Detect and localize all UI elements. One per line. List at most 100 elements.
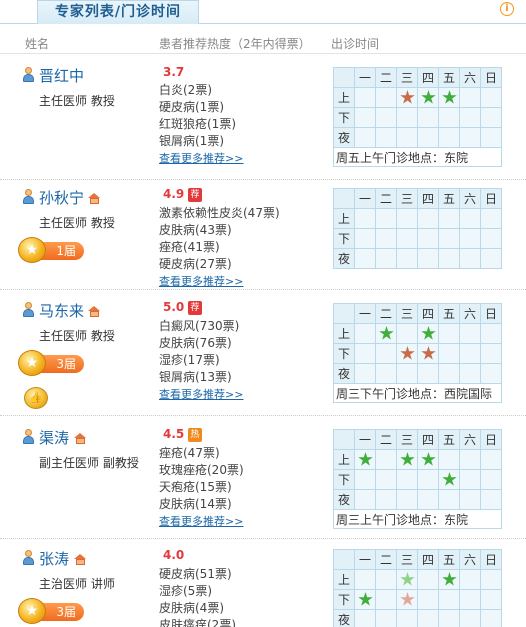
schedule-star-icon[interactable] [400, 90, 415, 104]
schedule-cell [459, 127, 481, 148]
schedule-cell [354, 127, 376, 148]
slot-label: 夜 [333, 363, 355, 384]
weekday-header: 五 [438, 67, 460, 88]
disease-vote[interactable]: 天疱疮(15票) [159, 478, 232, 495]
weekday-header: 六 [459, 303, 481, 324]
schedule-star-icon[interactable] [379, 326, 394, 340]
schedule-row: 周三上午门诊地点：东院 [333, 509, 502, 529]
weekday-header: 二 [375, 67, 397, 88]
disease-vote[interactable]: 硬皮病(51票) [159, 565, 232, 582]
disease-vote[interactable]: 皮肤瘙痒(2票) [159, 616, 236, 627]
schedule-row: 上 [333, 323, 502, 344]
thumbs-up-coin-icon: 👍 [24, 387, 48, 409]
score: 5.0 [163, 300, 185, 314]
more-recommend-link[interactable]: 查看更多推荐>> [159, 513, 243, 529]
weekday-header: 日 [480, 67, 502, 88]
disease-vote[interactable]: 皮肤病(14票) [159, 495, 232, 512]
recommend-tag: 荐 [188, 188, 202, 202]
schedule-star-icon[interactable] [421, 90, 436, 104]
schedule-cell [459, 363, 481, 384]
schedule-star-icon[interactable] [400, 452, 415, 466]
schedule-star-icon[interactable] [421, 326, 436, 340]
schedule-star-icon[interactable] [442, 472, 457, 486]
schedule-star-icon[interactable] [358, 592, 373, 606]
schedule-cell [417, 107, 439, 128]
schedule-row: 夜 [333, 363, 502, 384]
weekday-header: 四 [417, 67, 439, 88]
schedule-star-icon[interactable] [421, 452, 436, 466]
schedule-row: 夜 [333, 248, 502, 269]
schedule-cell [480, 208, 502, 229]
award-badge: 3届 ★ [18, 598, 88, 624]
schedule-row: 上 [333, 449, 502, 470]
schedule-cell [396, 363, 418, 384]
disease-vote[interactable]: 激素依赖性皮炎(47票) [159, 204, 280, 221]
slot-label: 下 [333, 469, 355, 490]
schedule-star-icon[interactable] [400, 346, 415, 360]
disease-vote[interactable]: 玫瑰痤疮(20票) [159, 461, 244, 478]
disease-vote[interactable]: 银屑病(1票) [159, 132, 224, 149]
doctor-name[interactable]: 孙秋宁 [39, 187, 84, 208]
weekday-header: 六 [459, 188, 481, 209]
disease-vote[interactable]: 银屑病(13票) [159, 368, 232, 385]
schedule-cell [375, 449, 397, 470]
doctor-name[interactable]: 晋红中 [39, 65, 84, 86]
disease-vote[interactable]: 皮肤病(76票) [159, 334, 232, 351]
schedule-table: 一二三四五六日 上 下 夜 周五上午门诊地点：东院 [333, 67, 502, 167]
schedule-cell [375, 248, 397, 269]
disease-vote[interactable]: 湿疹(5票) [159, 582, 212, 599]
schedule-cell [354, 107, 376, 128]
schedule-star-icon[interactable] [421, 346, 436, 360]
schedule-cell [375, 343, 397, 364]
star-medal-icon: ★ [18, 598, 46, 624]
disease-vote[interactable]: 白炎(2票) [159, 81, 212, 98]
info-icon[interactable]: i [500, 2, 514, 16]
schedule-cell [417, 248, 439, 269]
schedule-star-icon[interactable] [442, 90, 457, 104]
schedule-row: 周三下午门诊地点：西院国际 [333, 383, 502, 403]
doctor-name[interactable]: 张涛 [39, 548, 69, 569]
schedule-row: 上 [333, 87, 502, 108]
clinic-location: 周三下午门诊地点：西院国际 [333, 383, 502, 403]
more-recommend-link[interactable]: 查看更多推荐>> [159, 386, 243, 402]
schedule-star-icon[interactable] [442, 572, 457, 586]
schedule-cell [459, 208, 481, 229]
disease-vote[interactable]: 痤疮(41票) [159, 238, 220, 255]
tab-expert-list[interactable]: 专家列表/门诊时间 [37, 0, 199, 24]
schedule-cell [396, 87, 418, 108]
weekday-header: 日 [480, 429, 502, 450]
disease-vote[interactable]: 红斑狼疮(1票) [159, 115, 236, 132]
more-recommend-link[interactable]: 查看更多推荐>> [159, 273, 243, 289]
schedule-cell [417, 363, 439, 384]
disease-vote[interactable]: 皮肤病(43票) [159, 221, 232, 238]
schedule-cell [375, 469, 397, 490]
disease-vote[interactable]: 湿疹(17票) [159, 351, 220, 368]
col-recommend: 患者推荐热度（2年内得票） [159, 37, 311, 51]
schedule-cell [375, 489, 397, 510]
schedule-cell [459, 469, 481, 490]
person-icon [22, 429, 35, 445]
schedule-star-icon[interactable] [400, 572, 415, 586]
person-icon [22, 302, 35, 318]
schedule-star-icon[interactable] [358, 452, 373, 466]
doctor-name[interactable]: 马东来 [39, 300, 84, 321]
schedule-cell [438, 363, 460, 384]
disease-vote[interactable]: 白癜风(730票) [159, 317, 239, 334]
schedule-cell [417, 228, 439, 249]
schedule-cell [417, 489, 439, 510]
schedule-star-icon[interactable] [400, 592, 415, 606]
disease-vote[interactable]: 皮肤病(4票) [159, 599, 224, 616]
weekday-header: 二 [375, 188, 397, 209]
more-recommend-link[interactable]: 查看更多推荐>> [159, 150, 243, 166]
schedule-cell [459, 107, 481, 128]
schedule-cell [480, 343, 502, 364]
schedule-table: 一二三四五六日 上 下 夜 周三下午门诊地点：西院国际 [333, 303, 502, 403]
disease-vote[interactable]: 痤疮(47票) [159, 444, 220, 461]
schedule-cell [480, 589, 502, 610]
slot-label: 夜 [333, 489, 355, 510]
schedule-header-row: 一二三四五六日 [333, 67, 502, 88]
weekday-header [333, 188, 355, 209]
disease-vote[interactable]: 硬皮病(27票) [159, 255, 232, 272]
doctor-name[interactable]: 渠涛 [39, 427, 69, 448]
disease-vote[interactable]: 硬皮病(1票) [159, 98, 224, 115]
